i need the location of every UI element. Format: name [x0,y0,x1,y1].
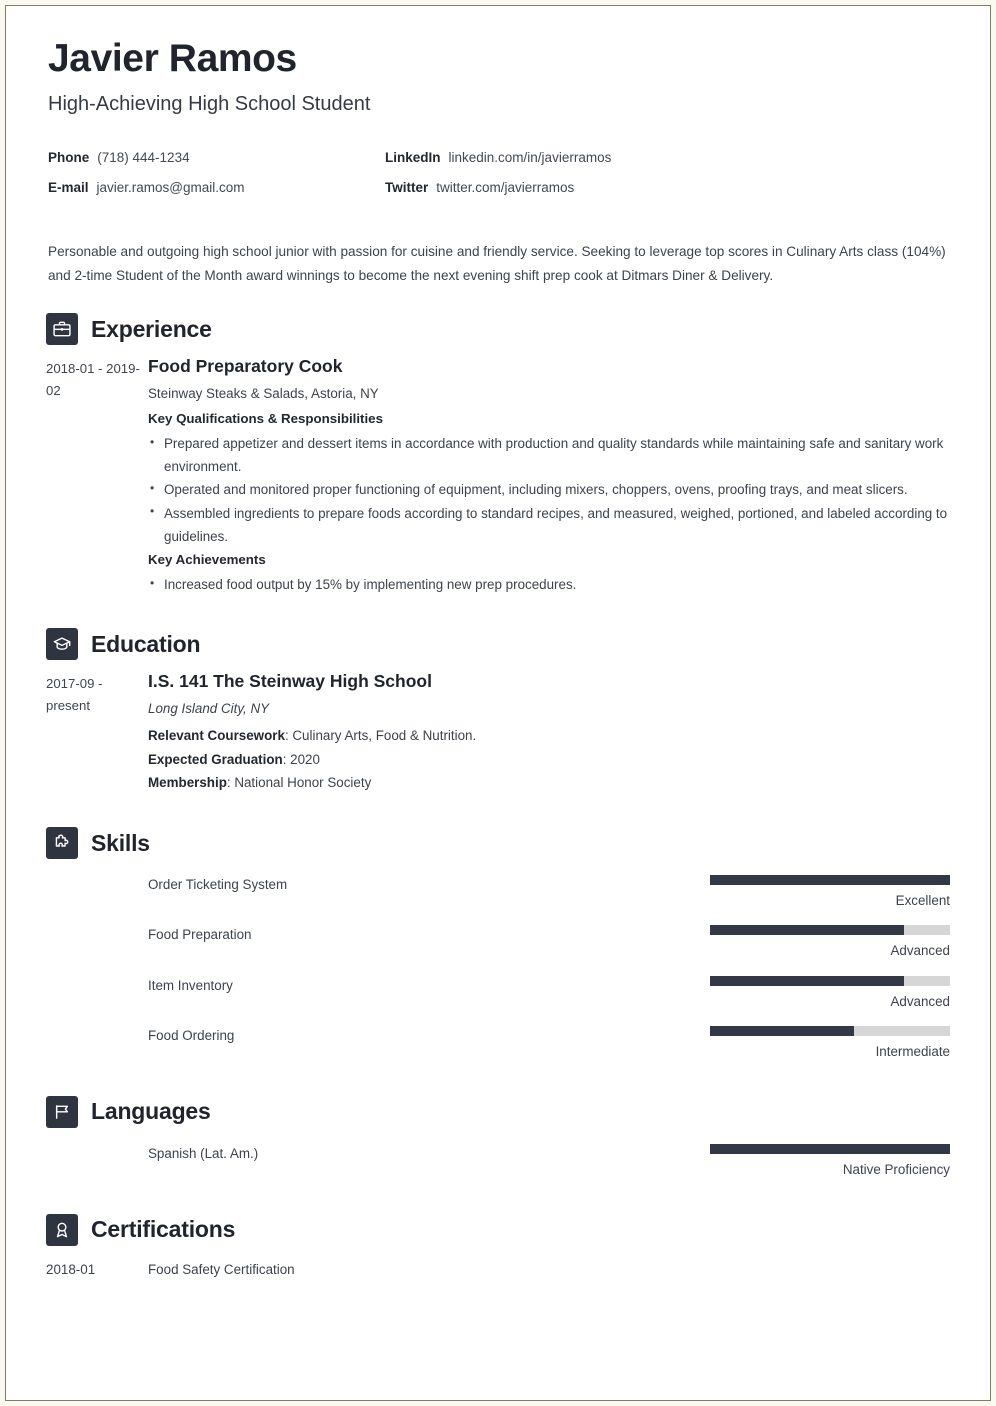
qualifications-list: Prepared appetizer and dessert items in … [148,432,950,547]
skill-level-text: Advanced [890,943,950,959]
education-detail-graduation-label: Expected Graduation [148,751,283,767]
education-detail-membership: Membership: National Honor Society [148,771,950,795]
certification-label: Food Safety Certification [148,1261,295,1277]
contact-grid: Phone (718) 444-1234 LinkedIn linkedin.c… [48,150,950,196]
section-title-experience: Experience [91,315,212,342]
certification-date: 2018-01 [46,1261,96,1277]
contact-linkedin: LinkedIn linkedin.com/in/javierramos [385,150,950,166]
section-certifications: Certifications 2018-01 Food Safety Certi… [46,1213,950,1280]
language-row: Spanish (Lat. Am.) Native Proficiency [46,1143,950,1178]
skill-bar-track [710,1025,950,1036]
education-entry-date: 2017-09 - present [46,676,103,713]
experience-employer: Steinway Steaks & Salads, Astoria, NY [148,385,379,401]
education-detail-graduation-value: : 2020 [282,751,320,767]
section-header-certifications: Certifications [46,1213,950,1246]
experience-entry-body: Food Preparatory Cook Steinway Steaks & … [148,355,950,598]
section-header-skills: Skills [46,827,950,860]
section-languages: Languages Spanish (Lat. Am.) Native Prof… [46,1095,950,1178]
contact-phone-value: (718) 444-1234 [97,150,190,166]
experience-job-title: Food Preparatory Cook [148,356,343,377]
education-school-name: I.S. 141 The Steinway High School [148,671,432,692]
skill-bar-fill [710,875,950,886]
experience-entry: 2018-01 - 2019-02 Food Preparatory Cook … [46,355,950,598]
skill-level-text: Advanced [890,993,950,1009]
skill-meter: Advanced [710,925,950,959]
language-bar-fill [710,1143,950,1154]
job-title: High-Achieving High School Student [48,93,371,116]
section-education: Education 2017-09 - present I.S. 141 The… [46,628,950,795]
certification-row: 2018-01 Food Safety Certification [46,1260,950,1280]
education-detail-coursework-value: : Culinary Arts, Food & Nutrition. [284,727,477,743]
language-bar-track [710,1143,950,1154]
contact-phone: Phone (718) 444-1234 [48,150,385,166]
section-header-languages: Languages [46,1095,950,1128]
skill-bar-track [710,875,950,886]
experience-entry-date: 2018-01 - 2019-02 [46,361,140,398]
contact-email-value[interactable]: javier.ramos@gmail.com [97,180,245,196]
contact-twitter-label: Twitter [385,180,429,196]
language-meter: Native Proficiency [710,1143,950,1178]
skill-row: Food Ordering Intermediate [46,1025,950,1060]
section-header-education: Education [46,628,950,661]
contact-twitter: Twitter twitter.com/javierramos [385,180,950,196]
skill-bar-fill [710,1025,854,1036]
skill-label: Food Preparation [148,927,252,943]
section-title-certifications: Certifications [91,1216,236,1243]
language-level-text: Native Proficiency [842,1161,950,1177]
education-detail-membership-value: : National Honor Society [226,775,372,791]
page-title: Javier Ramos [48,37,297,80]
graduation-cap-icon [46,628,78,661]
skill-row: Food Preparation Advanced [46,925,950,959]
contact-linkedin-value[interactable]: linkedin.com/in/javierramos [449,150,612,166]
section-title-skills: Skills [91,829,150,856]
education-location: Long Island City, NY [148,701,270,716]
skill-bar-track [710,975,950,986]
briefcase-icon [46,313,78,346]
skill-level-text: Excellent [895,893,950,909]
skill-meter: Excellent [710,875,950,909]
education-entry: 2017-09 - present I.S. 141 The Steinway … [46,670,950,795]
section-title-languages: Languages [91,1098,211,1125]
skill-label: Item Inventory [148,977,233,993]
summary-paragraph: Personable and outgoing high school juni… [48,244,946,283]
section-skills: Skills Order Ticketing System Excellent … [46,827,950,1059]
contact-email: E-mail javier.ramos@gmail.com [48,180,385,196]
language-label: Spanish (Lat. Am.) [148,1145,259,1161]
page-frame: Javier Ramos High-Achieving High School … [0,0,996,1406]
puzzle-piece-icon [46,827,78,860]
section-experience: Experience 2018-01 - 2019-02 Food Prepar… [46,313,950,598]
section-header-experience: Experience [46,313,950,346]
skill-level-text: Intermediate [875,1043,950,1059]
list-item: Assembled ingredients to prepare foods a… [148,501,950,548]
contact-linkedin-label: LinkedIn [385,150,441,166]
skill-meter: Intermediate [710,1025,950,1060]
skill-meter: Advanced [710,975,950,1010]
skill-row: Order Ticketing System Excellent [46,875,950,909]
skill-row: Item Inventory Advanced [46,975,950,1010]
contact-email-label: E-mail [48,180,89,196]
contact-phone-label: Phone [48,150,90,166]
education-entry-body: I.S. 141 The Steinway High School Long I… [148,670,950,795]
list-item: Operated and monitored proper functionin… [148,478,950,501]
section-title-education: Education [91,630,201,657]
qualifications-label: Key Qualifications & Responsibilities [148,410,383,426]
skill-bar-fill [710,975,905,986]
skill-label: Order Ticketing System [148,877,288,893]
resume-sheet: Javier Ramos High-Achieving High School … [5,5,991,1401]
education-detail-coursework: Relevant Coursework: Culinary Arts, Food… [148,724,950,748]
achievements-label: Key Achievements [148,551,266,567]
education-detail-membership-label: Membership [148,775,227,791]
skill-bar-track [710,925,950,936]
skill-bar-fill [710,925,905,936]
flag-icon [46,1095,78,1128]
skill-label: Food Ordering [148,1027,235,1043]
education-detail-graduation: Expected Graduation: 2020 [148,748,950,772]
achievements-list: Increased food output by 15% by implemen… [148,573,950,596]
list-item: Prepared appetizer and dessert items in … [148,432,950,478]
list-item: Increased food output by 15% by implemen… [148,573,950,596]
award-ribbon-icon [46,1213,78,1246]
contact-twitter-value[interactable]: twitter.com/javierramos [436,180,574,196]
education-detail-coursework-label: Relevant Coursework [148,727,285,743]
